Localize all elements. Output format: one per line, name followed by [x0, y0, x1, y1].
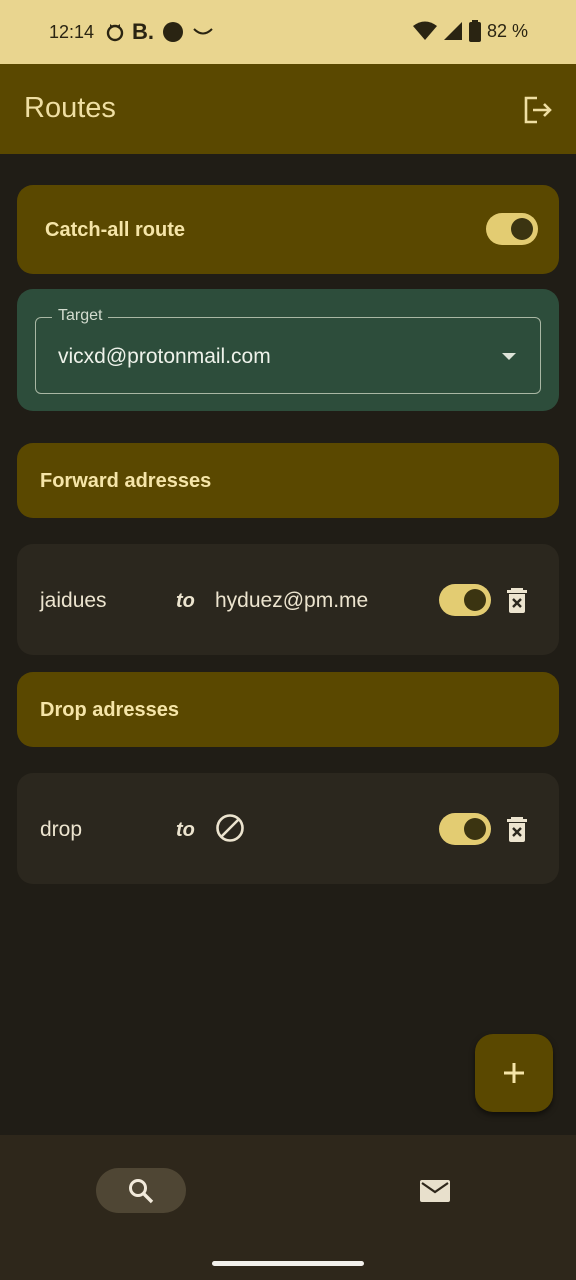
catch-all-card: Catch-all route — [17, 185, 559, 274]
nav-search-tab[interactable] — [96, 1168, 186, 1213]
signal-icon — [443, 22, 462, 40]
catch-all-toggle[interactable] — [486, 213, 538, 245]
route-target: hyduez@pm.me — [215, 589, 369, 612]
drop-section-title: Drop adresses — [40, 699, 179, 721]
dropdown-arrow-icon[interactable] — [502, 353, 516, 360]
notification-icons: B. — [106, 20, 214, 44]
toggle-knob — [511, 218, 533, 240]
delete-icon[interactable] — [504, 816, 530, 842]
wifi-icon — [412, 21, 437, 40]
drop-route-row: drop to — [17, 773, 559, 884]
delete-icon[interactable] — [504, 587, 530, 613]
toggle-knob — [464, 818, 486, 840]
toggle-knob — [464, 589, 486, 611]
page-title: Routes — [24, 92, 116, 124]
plus-icon — [504, 1063, 524, 1083]
target-card: Target vicxd@protonmail.com — [17, 289, 559, 411]
search-icon — [129, 1179, 154, 1204]
battery-level: 82 % — [486, 20, 528, 41]
route-to-label: to — [176, 819, 195, 841]
add-route-button[interactable] — [475, 1034, 553, 1112]
smile-icon — [193, 28, 213, 35]
status-bar: 12:14 B. 82 % — [0, 0, 576, 64]
block-icon — [216, 814, 244, 842]
circle-icon — [163, 22, 183, 42]
battery-icon — [468, 20, 481, 42]
catch-all-label: Catch-all route — [45, 219, 186, 241]
logout-icon[interactable] — [522, 94, 554, 126]
status-time: 12:14 — [49, 22, 95, 42]
mail-icon[interactable] — [419, 1177, 451, 1205]
drop-section-header: Drop adresses — [17, 672, 559, 747]
target-label: Target — [52, 307, 109, 325]
target-dropdown[interactable]: Target vicxd@protonmail.com — [35, 307, 541, 394]
screen: 12:14 B. 82 % Routes Catch-all route Tar… — [0, 0, 576, 1280]
drop-route-toggle[interactable] — [439, 813, 491, 845]
target-value: vicxd@protonmail.com — [58, 345, 271, 368]
forward-section-header: Forward adresses — [17, 443, 559, 518]
forward-route-row: jaidues to hyduez@pm.me — [17, 544, 559, 655]
route-source: drop — [40, 818, 83, 841]
bottom-navigation — [0, 1135, 576, 1280]
forward-section-title: Forward adresses — [40, 470, 212, 492]
home-indicator[interactable] — [212, 1261, 364, 1266]
route-to-label: to — [176, 590, 195, 612]
cat-face-icon — [106, 24, 124, 42]
route-source: jaidues — [40, 589, 107, 612]
b-icon: B. — [132, 19, 154, 44]
system-indicators: 82 % — [412, 20, 528, 42]
app-bar: Routes — [0, 64, 576, 154]
forward-route-toggle[interactable] — [439, 584, 491, 616]
